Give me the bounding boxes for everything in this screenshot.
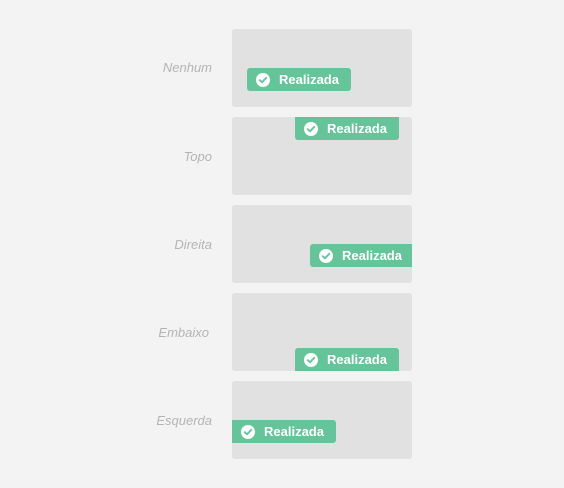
status-badge-label: Realizada — [342, 248, 402, 263]
row-label-nenhum: Nenhum — [162, 60, 212, 75]
panel-embaixo: Realizada — [232, 293, 412, 371]
status-badge-embaixo: Realizada — [295, 348, 399, 371]
status-badge-label: Realizada — [327, 352, 387, 367]
panel-esquerda: Realizada — [232, 381, 412, 459]
panel-topo: Realizada — [232, 117, 412, 195]
status-badge-topo: Realizada — [295, 117, 399, 140]
status-badge-label: Realizada — [279, 72, 339, 87]
status-badge-esquerda: Realizada — [232, 420, 336, 443]
status-badge-label: Realizada — [264, 424, 324, 439]
status-badge-direita: Realizada — [310, 244, 412, 267]
check-circle-icon — [256, 72, 270, 87]
row-label-direita: Direita — [174, 237, 212, 252]
row-label-topo: Topo — [183, 149, 212, 164]
check-circle-icon — [319, 248, 333, 263]
check-circle-icon — [241, 424, 255, 439]
row-label-embaixo: Embaixo — [158, 325, 209, 340]
row-label-esquerda: Esquerda — [156, 413, 212, 428]
panel-direita: Realizada — [232, 205, 412, 283]
check-circle-icon — [304, 121, 318, 136]
status-badge-nenhum: Realizada — [247, 68, 351, 91]
panel-nenhum: Realizada — [232, 29, 412, 107]
status-badge-label: Realizada — [327, 121, 387, 136]
check-circle-icon — [304, 352, 318, 367]
